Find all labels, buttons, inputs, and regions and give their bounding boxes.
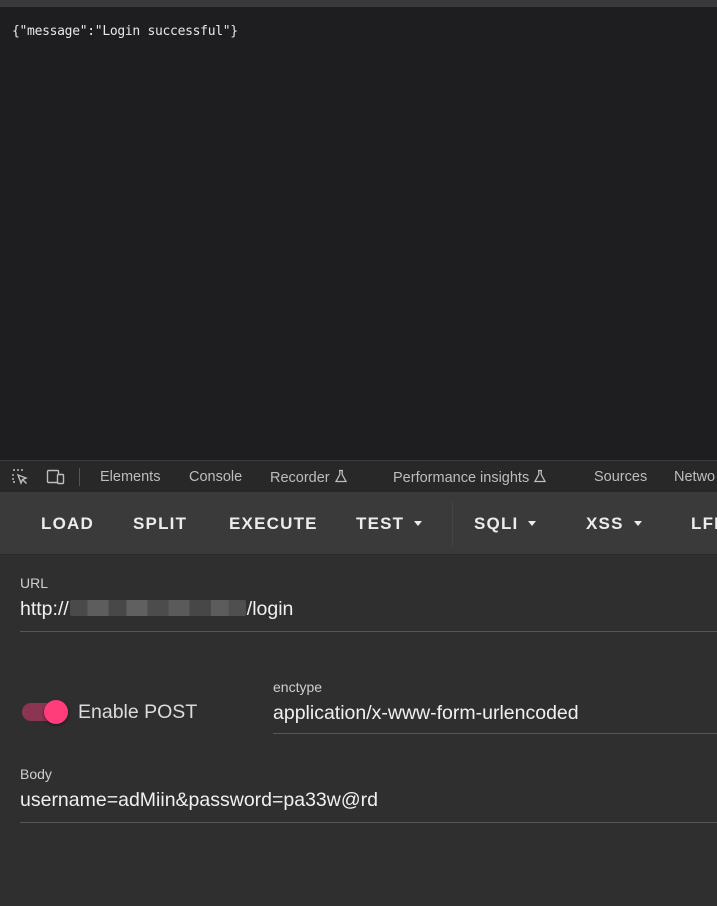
- hackbar-panel: URL http:// /login Enable POST enctype ap…: [0, 555, 717, 906]
- tab-recorder-label: Recorder: [270, 470, 330, 486]
- flask-icon: [534, 469, 547, 483]
- url-underline: [20, 631, 717, 632]
- enable-post-toggle[interactable]: [22, 700, 70, 724]
- redacted-host-mask: [69, 600, 246, 616]
- execute-button[interactable]: EXECUTE: [229, 493, 318, 554]
- tab-network[interactable]: Netwo: [674, 469, 715, 485]
- sqli-menu-button[interactable]: SQLI: [474, 493, 537, 554]
- sqli-menu-label: SQLI: [474, 514, 519, 533]
- page-viewport: {"message":"Login successful"}: [0, 7, 717, 460]
- test-menu-label: TEST: [356, 514, 405, 533]
- url-suffix: /login: [246, 598, 294, 620]
- toolbar-divider: [452, 501, 453, 547]
- xss-menu-label: XSS: [586, 514, 624, 533]
- url-label: URL: [20, 575, 49, 591]
- browser-top-strip: [0, 0, 717, 7]
- url-prefix: http://: [20, 598, 69, 620]
- enable-post-label: Enable POST: [78, 701, 198, 723]
- flask-icon: [334, 469, 347, 483]
- json-response-text: {"message":"Login successful"}: [12, 24, 238, 39]
- lfi-menu-button[interactable]: LFI: [691, 493, 717, 554]
- devtools-tab-bar: Elements Console Recorder Performance in…: [0, 460, 717, 493]
- load-button[interactable]: LOAD: [41, 493, 94, 554]
- test-menu-button[interactable]: TEST: [356, 493, 423, 554]
- tab-recorder[interactable]: Recorder: [270, 469, 348, 486]
- body-input[interactable]: username=adMiin&password=pa33w@rd: [20, 789, 378, 812]
- enctype-select[interactable]: application/x-www-form-urlencoded: [273, 702, 579, 725]
- caret-down-icon: [528, 521, 537, 526]
- hackbar-toolbar: LOAD SPLIT EXECUTE TEST SQLI XSS LFI: [0, 493, 717, 555]
- tab-performance-insights[interactable]: Performance insights: [393, 469, 547, 486]
- url-input[interactable]: http:// /login: [20, 598, 293, 621]
- tab-performance-insights-label: Performance insights: [393, 470, 530, 486]
- caret-down-icon: [414, 521, 423, 526]
- caret-down-icon: [633, 521, 642, 526]
- body-label: Body: [20, 766, 52, 782]
- tab-elements[interactable]: Elements: [100, 469, 160, 485]
- body-underline: [20, 822, 717, 823]
- split-button[interactable]: SPLIT: [133, 493, 187, 554]
- enctype-label: enctype: [273, 679, 323, 695]
- devtools-separator: [79, 468, 80, 486]
- toggle-thumb: [44, 700, 68, 724]
- tab-sources[interactable]: Sources: [594, 469, 647, 485]
- inspect-element-icon[interactable]: [11, 468, 29, 486]
- xss-menu-button[interactable]: XSS: [586, 493, 642, 554]
- tab-console[interactable]: Console: [189, 469, 242, 485]
- device-toolbar-icon[interactable]: [46, 468, 65, 486]
- enctype-underline: [273, 733, 717, 734]
